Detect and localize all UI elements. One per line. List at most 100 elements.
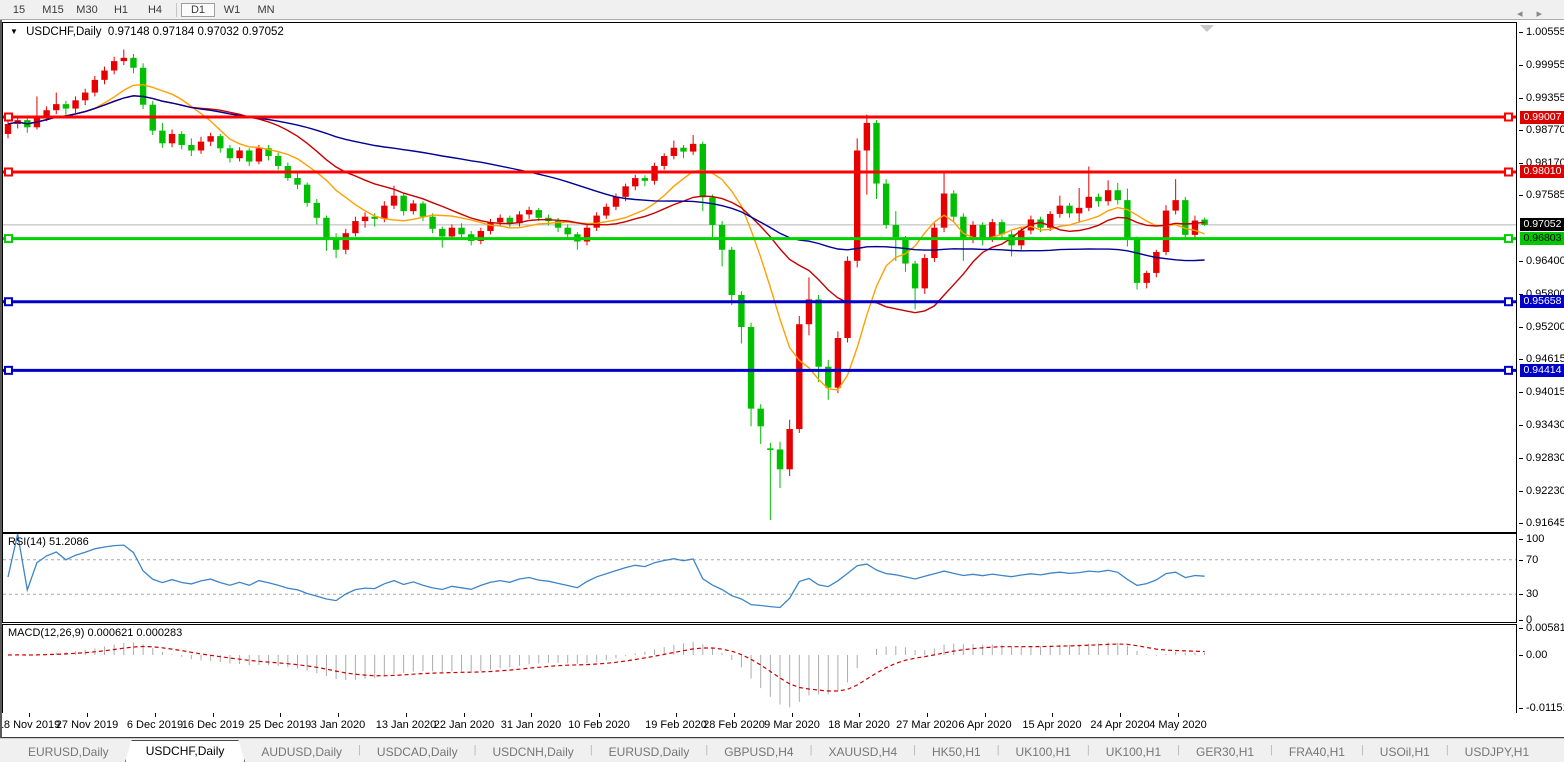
macd-signal-line (8, 644, 1205, 691)
candle-body (5, 124, 11, 134)
candle-body (632, 178, 638, 186)
tab-scroll-left-icon[interactable]: ◂ (1517, 8, 1537, 20)
chart-tab-usoil-h1[interactable]: USOil,H1 (1364, 742, 1446, 762)
price-axis-tick (1519, 65, 1523, 66)
timeframe-button-d1[interactable]: D1 (181, 3, 215, 17)
date-axis-label: 13 Jan 2020 (376, 719, 437, 731)
chart-tab-uk100-h1[interactable]: UK100,H1 (1090, 742, 1177, 762)
level-line-anchor-icon[interactable] (1505, 298, 1512, 305)
level-line-anchor-icon[interactable] (1505, 114, 1512, 121)
candle-body (458, 228, 464, 235)
candle-body (72, 100, 78, 108)
price-axis-label: 0.99355 (1526, 92, 1564, 104)
timeframe-button-m30[interactable]: M30 (70, 3, 104, 17)
candle-body (497, 218, 503, 222)
chart-tab-eurusd-daily[interactable]: EURUSD,Daily (593, 742, 706, 762)
candle-body (391, 196, 397, 206)
price-level-badge: 0.95658 (1520, 295, 1564, 308)
candle-body (709, 197, 715, 225)
level-line-anchor-icon[interactable] (5, 235, 12, 242)
date-axis-label: 16 Dec 2019 (182, 719, 244, 731)
candle-body (275, 156, 281, 166)
candlestick-chart[interactable] (3, 23, 1516, 532)
candle-body (101, 71, 107, 80)
price-axis[interactable]: 1.005550.999550.993550.987700.981700.975… (1519, 20, 1564, 714)
chart-shift-icon (1200, 25, 1214, 32)
rsi-axis-label: 70 (1526, 554, 1538, 566)
candle-body (796, 324, 802, 429)
price-level-badge: 0.96803 (1520, 232, 1564, 245)
candle-body (246, 150, 252, 161)
chart-title: ▼ USDCHF,Daily 0.97148 0.97184 0.97032 0… (10, 26, 284, 38)
chart-tab-fra40-h1[interactable]: FRA40,H1 (1273, 742, 1361, 762)
timeframe-button-mn[interactable]: MN (249, 3, 283, 17)
date-axis-tick (734, 713, 735, 717)
level-line-anchor-icon[interactable] (5, 367, 12, 374)
date-axis-tick (859, 713, 860, 717)
macd-panel[interactable]: MACD(12,26,9) 0.000621 0.000283 (2, 624, 1517, 714)
date-axis-tick (406, 713, 407, 717)
rsi-panel[interactable]: RSI(14) 51.2086 (2, 533, 1517, 623)
candle-body (767, 448, 773, 450)
chart-tab-usdchf-daily[interactable]: USDCHF,Daily (125, 740, 246, 762)
date-axis[interactable]: 18 Nov 201927 Nov 20196 Dec 201916 Dec 2… (2, 713, 1519, 736)
candle-body (1134, 240, 1140, 283)
rsi-axis-tick (1519, 539, 1523, 540)
candle-body (951, 194, 957, 217)
candle-body (92, 80, 98, 93)
candle-body (314, 203, 320, 218)
date-axis-label: 22 Jan 2020 (434, 719, 495, 731)
chart-tab-ger30-h1[interactable]: GER30,H1 (1180, 742, 1270, 762)
chart-tab-audusd-daily[interactable]: AUDUSD,Daily (245, 742, 358, 762)
level-line-anchor-icon[interactable] (5, 114, 12, 121)
price-axis-tick (1519, 32, 1523, 33)
level-line-anchor-icon[interactable] (5, 168, 12, 175)
chart-window: ▼ USDCHF,Daily 0.97148 0.97184 0.97032 0… (0, 20, 1564, 738)
candle-body (121, 58, 127, 61)
price-axis-label: 0.92230 (1526, 485, 1564, 497)
chart-tab-usdcad-daily[interactable]: USDCAD,Daily (361, 742, 474, 762)
timeframe-toolbar: 15M15M30H1H4 D1W1MN (0, 0, 1564, 20)
chart-tab-usdjpy-h1[interactable]: USDJPY,H1 (1449, 742, 1545, 762)
level-line-anchor-icon[interactable] (1505, 168, 1512, 175)
price-level-badge: 0.94414 (1520, 364, 1564, 377)
chart-tab-xauusd-h4[interactable]: XAUUSD,H4 (812, 742, 913, 762)
timeframe-button-m15[interactable]: M15 (36, 3, 70, 17)
candle-body (410, 203, 416, 211)
candle-body (536, 210, 542, 218)
level-line-anchor-icon[interactable] (1505, 367, 1512, 374)
date-axis-label: 31 Jan 2020 (501, 719, 562, 731)
date-axis-label: 9 Mar 2020 (764, 719, 820, 731)
date-axis-tick (155, 713, 156, 717)
candle-body (680, 148, 686, 152)
candle-body (53, 104, 59, 110)
chart-tab-usdcnh-daily[interactable]: USDCNH,Daily (476, 742, 589, 762)
date-axis-label: 27 Nov 2019 (56, 719, 118, 731)
timeframe-button-h1[interactable]: H1 (104, 3, 138, 17)
price-chart-panel[interactable] (2, 22, 1517, 533)
timeframe-button-h4[interactable]: H4 (138, 3, 172, 17)
chart-tab-eurusd-daily[interactable]: EURUSD,Daily (12, 742, 125, 762)
candle-body (883, 184, 889, 225)
chart-tab-uk100-h1[interactable]: UK100,H1 (1000, 742, 1087, 762)
candle-body (236, 150, 242, 158)
tab-scroll-arrows: ◂▸ (1517, 7, 1556, 20)
level-line-anchor-icon[interactable] (5, 298, 12, 305)
tab-scroll-right-icon[interactable]: ▸ (1536, 8, 1556, 20)
candle-body (140, 68, 146, 105)
timeframe-button-w1[interactable]: W1 (215, 3, 249, 17)
price-axis-label: 0.96400 (1526, 255, 1564, 267)
candle-body (931, 228, 937, 258)
date-axis-tick (1120, 713, 1121, 717)
candle-body (449, 228, 455, 237)
candle-body (343, 233, 349, 250)
candle-body (169, 134, 175, 143)
chart-tab-gbpusd-h4[interactable]: GBPUSD,H4 (708, 742, 809, 762)
date-axis-label: 18 Nov 2019 (2, 719, 60, 731)
chart-tab-hk50-h1[interactable]: HK50,H1 (916, 742, 997, 762)
level-line-anchor-icon[interactable] (1505, 235, 1512, 242)
price-axis-label: 0.94015 (1526, 386, 1564, 398)
date-axis-label: 27 Mar 2020 (896, 719, 958, 731)
candle-body (999, 222, 1005, 234)
timeframe-button-15[interactable]: 15 (2, 3, 36, 17)
